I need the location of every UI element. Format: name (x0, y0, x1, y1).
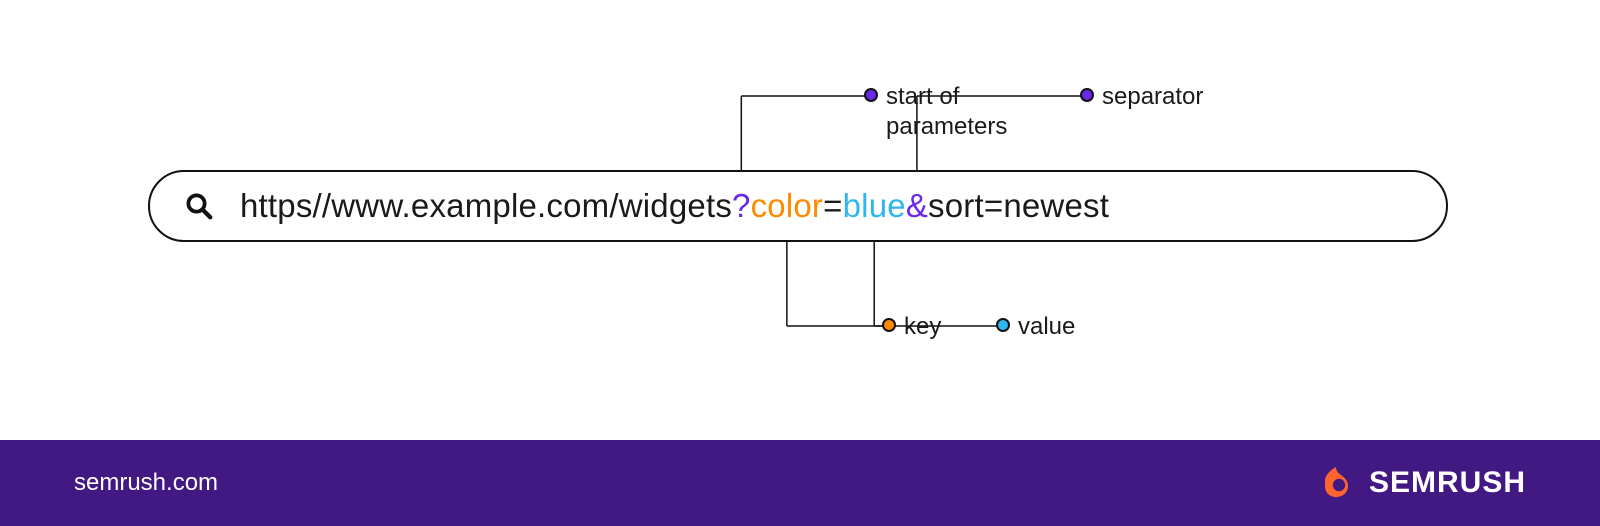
url-seg-val2: newest (1003, 187, 1109, 225)
brand: SEMRUSH (1319, 462, 1526, 505)
url-seg-eq2: = (984, 187, 1003, 225)
value-label: value (1018, 312, 1075, 342)
url-bar: https//www.example.com/widgets?color=blu… (148, 170, 1448, 242)
url-seg-qmark: ? (732, 187, 751, 225)
footer-bar: semrush.com SEMRUSH (0, 440, 1600, 526)
brand-text: SEMRUSH (1369, 466, 1526, 500)
fire-icon (1319, 462, 1357, 505)
url-seg-eq1: = (823, 187, 842, 225)
footer-domain: semrush.com (74, 469, 218, 497)
url-seg-key1: color (751, 187, 824, 225)
key-dot (882, 318, 896, 332)
url-seg-base: https//www.example.com/widgets (240, 187, 732, 225)
start_of_parameters-label: start ofparameters (886, 82, 1007, 142)
separator-label: separator (1102, 82, 1203, 112)
separator-dot (1080, 88, 1094, 102)
value-dot (996, 318, 1010, 332)
start_of_parameters-dot (864, 88, 878, 102)
url-seg-key2: sort (928, 187, 984, 225)
search-icon (184, 191, 214, 221)
url-seg-val1: blue (843, 187, 906, 225)
url-seg-amp: & (906, 187, 928, 225)
key-label: key (904, 312, 941, 342)
diagram-canvas: https//www.example.com/widgets?color=blu… (0, 0, 1600, 440)
url-text: https//www.example.com/widgets?color=blu… (240, 187, 1109, 225)
